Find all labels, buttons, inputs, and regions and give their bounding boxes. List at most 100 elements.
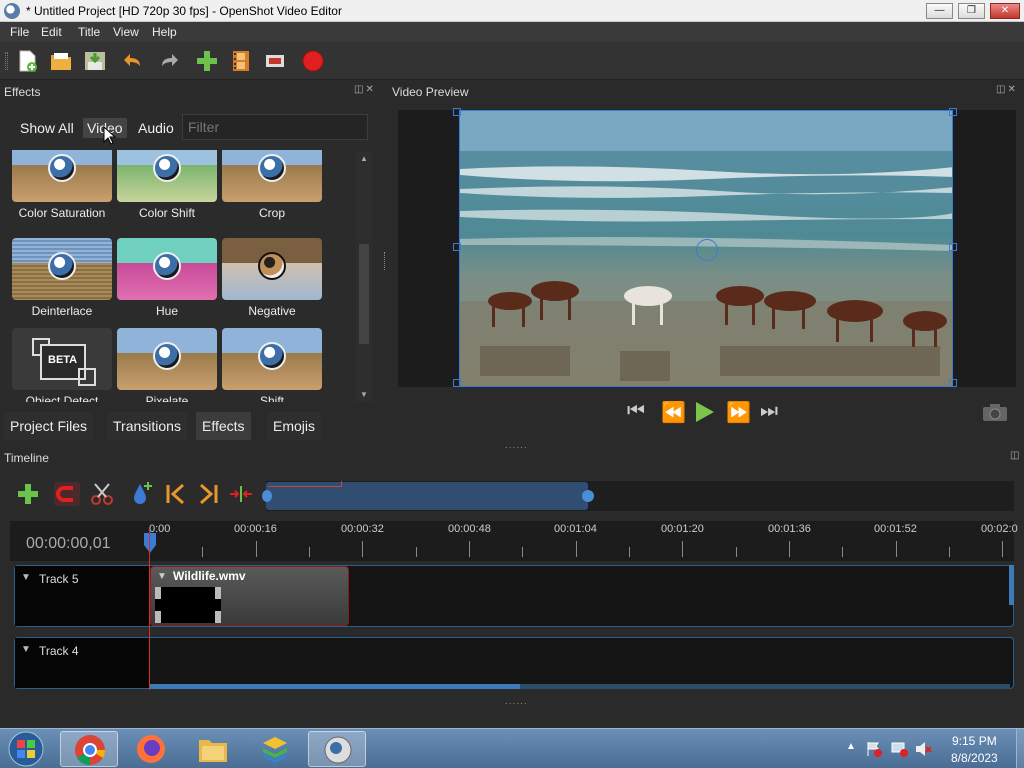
track-collapse-icon[interactable]: ▼ [21, 644, 31, 655]
ruler-label: 00:02:0 [981, 523, 1018, 535]
transform-handle-bl[interactable] [453, 379, 461, 387]
tab-project-files[interactable]: Project Files [4, 412, 94, 440]
openshot-app-icon[interactable] [4, 3, 20, 19]
razor-icon[interactable] [90, 482, 114, 506]
effect-label: Crop [258, 206, 285, 220]
effect-color-saturation[interactable]: Color Saturation [12, 150, 112, 228]
playhead-line[interactable] [149, 530, 150, 690]
timeline-dock-button[interactable]: ◫ [1010, 450, 1021, 461]
track-header[interactable]: ▼ Track 4 [15, 638, 150, 688]
effect-label: Color Shift [138, 206, 196, 220]
timeline-zoom-slider[interactable] [262, 481, 594, 510]
effect-shift[interactable]: Shift [222, 328, 322, 402]
openshot-logo-icon [153, 252, 181, 280]
taskbar-bluestacks[interactable] [246, 731, 304, 767]
preview-dock-buttons[interactable]: ◫✕ [996, 84, 1018, 95]
effect-crop[interactable]: Crop [222, 150, 322, 228]
snapping-icon[interactable] [54, 482, 80, 506]
transform-handle-tl[interactable] [453, 108, 461, 116]
fullscreen-icon[interactable] [264, 50, 286, 72]
timeline-ruler[interactable]: 00:00:00,01 0:00 00:00:16 00:00:32 00:00… [10, 521, 1018, 561]
effect-negative[interactable]: Negative [222, 238, 322, 326]
timeline-v-scroll-thumb[interactable] [1009, 565, 1014, 605]
new-project-icon[interactable] [16, 50, 38, 72]
transform-origin-handle[interactable] [696, 239, 718, 261]
effect-thumbnail [222, 238, 322, 300]
camera-icon[interactable] [982, 402, 1008, 422]
panel-splitter[interactable]: ...... [505, 440, 528, 451]
show-desktop-button[interactable] [1016, 729, 1024, 768]
menu-help[interactable]: Help [152, 25, 177, 39]
menu-file[interactable]: File [10, 25, 29, 39]
save-project-icon[interactable] [84, 50, 106, 72]
track-4[interactable]: ▼ Track 4 [14, 637, 1014, 689]
effect-deinterlace[interactable]: Deinterlace [12, 238, 112, 326]
track-collapse-icon[interactable]: ▼ [21, 572, 31, 583]
import-files-icon[interactable] [196, 50, 218, 72]
timeline-h-scroll-thumb[interactable] [150, 684, 520, 689]
rewind-icon[interactable]: ⏪ [661, 400, 686, 425]
menu-view[interactable]: View [113, 25, 139, 39]
effect-object-detect[interactable]: BETA Object Detect [12, 328, 112, 402]
transform-handle-br[interactable] [949, 379, 957, 387]
jump-end-icon[interactable]: ⏭ [760, 400, 778, 423]
taskbar-chrome[interactable] [60, 731, 118, 767]
timeline-clip[interactable]: ▼ Wildlife.wmv [150, 566, 349, 626]
menu-edit[interactable]: Edit [41, 25, 62, 39]
effects-scrollbar[interactable]: ▲ ▼ [356, 152, 372, 402]
transform-handle-tr[interactable] [949, 108, 957, 116]
profile-icon[interactable] [230, 50, 252, 72]
transform-handle-right[interactable] [949, 243, 957, 251]
clock-time[interactable]: 9:15 PM [952, 734, 997, 748]
effects-scroll-thumb[interactable] [359, 244, 369, 344]
jump-start-icon[interactable]: ⏮ [627, 400, 645, 423]
tab-emojis[interactable]: Emojis [267, 412, 322, 440]
scroll-up-icon[interactable]: ▲ [360, 154, 368, 163]
effects-dock-buttons[interactable]: ◫✕ [354, 84, 376, 95]
effect-pixelate[interactable]: Pixelate [117, 328, 217, 402]
add-marker-icon[interactable] [128, 480, 154, 506]
menu-title[interactable]: Title [78, 25, 100, 39]
effects-filter-input[interactable] [182, 114, 368, 140]
zoom-handle-left[interactable] [262, 490, 272, 502]
minimize-button[interactable]: — [926, 3, 953, 19]
taskbar-file-explorer[interactable] [184, 731, 242, 767]
bottom-splitter[interactable]: ...... [505, 696, 528, 707]
zoom-handle-right[interactable] [582, 490, 594, 502]
openshot-logo-icon [48, 252, 76, 280]
add-track-icon[interactable] [16, 482, 40, 506]
vertical-splitter[interactable] [384, 252, 388, 270]
clock-date[interactable]: 8/8/2023 [951, 751, 998, 765]
tab-effects[interactable]: Effects [196, 412, 251, 440]
network-icon[interactable] [890, 741, 908, 757]
taskbar-openshot[interactable] [308, 731, 366, 767]
transform-handle-left[interactable] [453, 243, 461, 251]
maximize-button[interactable]: ❒ [958, 3, 985, 19]
windows-start-icon[interactable] [6, 731, 46, 767]
filter-show-all[interactable]: Show All [20, 120, 74, 136]
filter-audio[interactable]: Audio [138, 120, 174, 136]
show-hidden-icons[interactable]: ▲ [846, 741, 856, 752]
track-header[interactable]: ▼ Track 5 [15, 566, 150, 626]
next-marker-icon[interactable] [196, 482, 220, 506]
scroll-down-icon[interactable]: ▼ [360, 390, 368, 399]
redo-icon[interactable] [158, 50, 180, 72]
previous-marker-icon[interactable] [164, 482, 188, 506]
effect-hue[interactable]: Hue [117, 238, 217, 326]
tab-transitions[interactable]: Transitions [107, 412, 187, 440]
taskbar-firefox[interactable] [122, 731, 180, 767]
action-center-flag-icon[interactable] [866, 741, 882, 757]
close-button[interactable]: ✕ [990, 3, 1020, 19]
playhead-marker-icon[interactable] [144, 533, 156, 555]
volume-icon[interactable] [914, 741, 932, 757]
center-timeline-icon[interactable] [228, 482, 254, 506]
clip-menu-icon[interactable]: ▼ [157, 571, 167, 582]
open-project-icon[interactable] [50, 50, 72, 72]
video-frame[interactable] [459, 110, 953, 387]
effect-color-shift[interactable]: Color Shift [117, 150, 217, 228]
export-video-icon[interactable] [302, 50, 324, 72]
play-icon[interactable] [694, 400, 716, 424]
fast-forward-icon[interactable]: ⏩ [726, 400, 751, 425]
undo-icon[interactable] [122, 50, 144, 72]
effect-label: Deinterlace [31, 304, 93, 318]
